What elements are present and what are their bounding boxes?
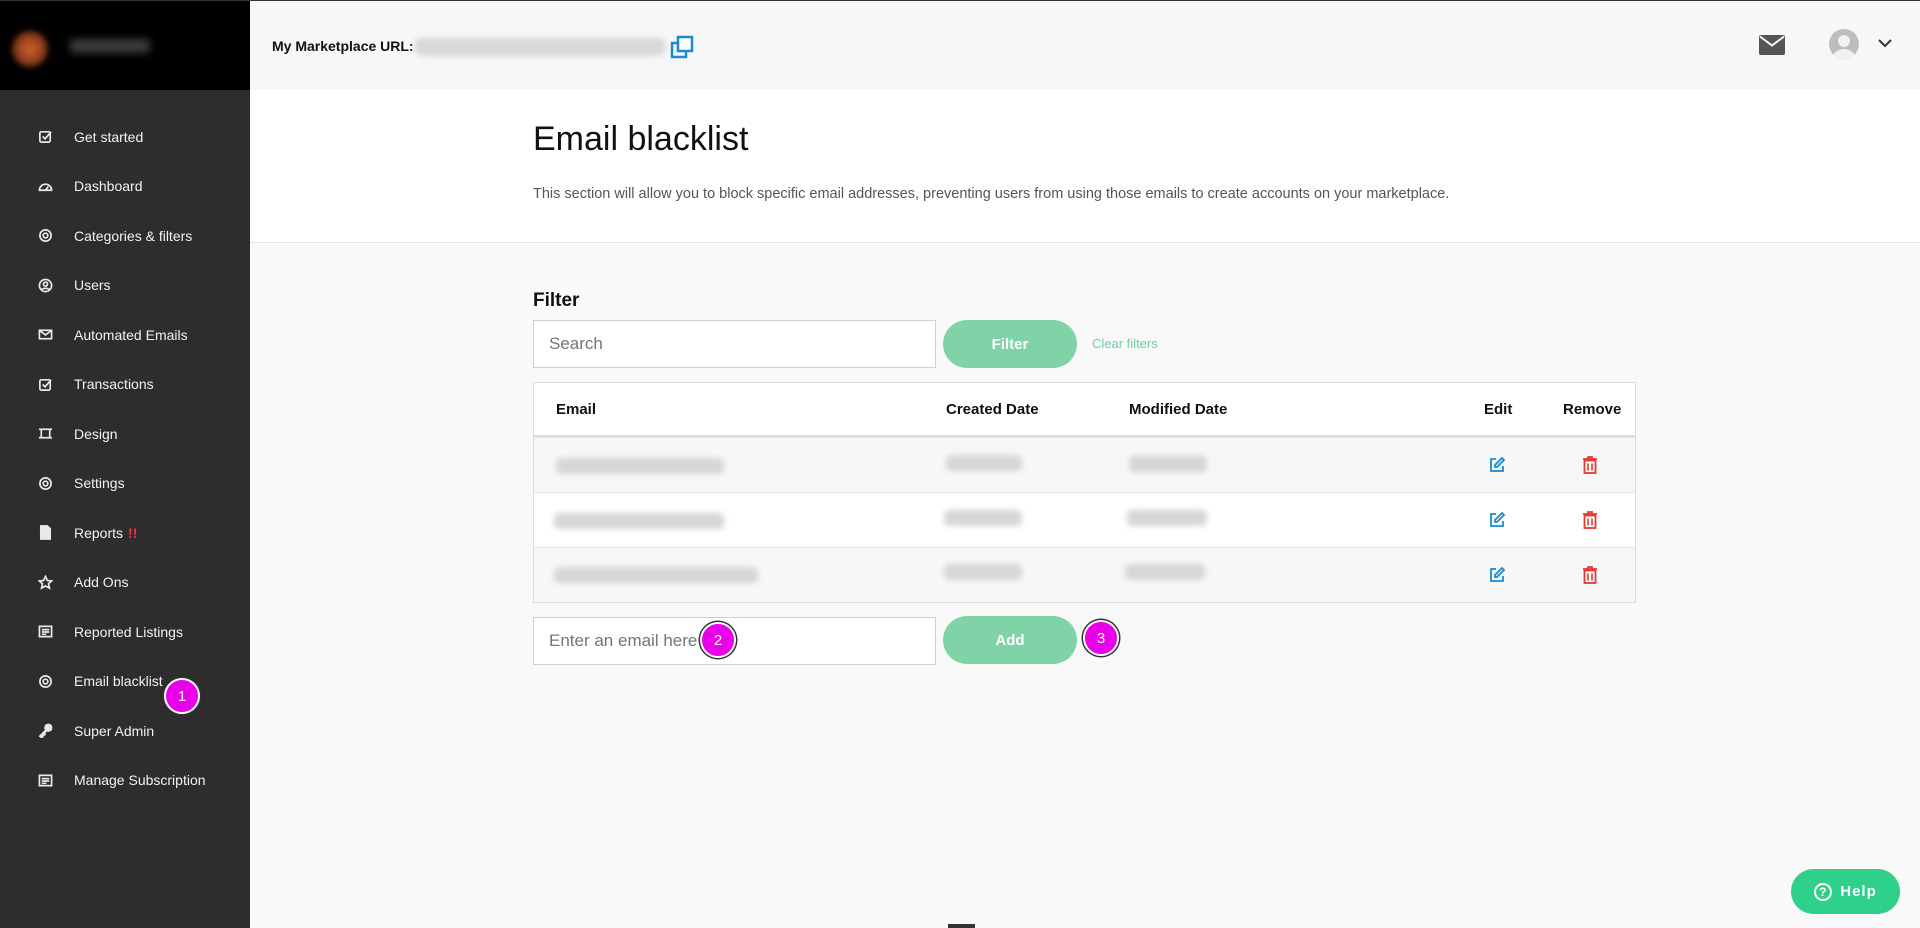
sidebar-item-super-admin[interactable]: Super Admin (0, 706, 250, 756)
created-date-cell-blurred (944, 510, 1022, 526)
sidebar-item-settings[interactable]: Settings (0, 459, 250, 509)
sidebar-item-reports[interactable]: Reports !! (0, 508, 250, 558)
annotation-marker-3: 3 (1083, 620, 1119, 656)
copy-icon[interactable] (670, 35, 696, 59)
column-header-remove: Remove (1563, 401, 1622, 418)
annotation-marker-1: 1 (164, 678, 200, 714)
user-circle-icon (36, 276, 54, 294)
sidebar-item-dashboard[interactable]: Dashboard (0, 162, 250, 212)
page-title: Email blacklist (533, 120, 749, 158)
sidebar-item-label: Email blacklist (74, 673, 163, 690)
sidebar-item-transactions[interactable]: Transactions (0, 360, 250, 410)
sidebar-item-label: Super Admin (74, 722, 155, 739)
design-frame-icon (36, 425, 54, 443)
add-button[interactable]: Add (943, 616, 1077, 664)
check-square-icon (36, 128, 54, 146)
key-icon (36, 722, 54, 740)
sidebar: Get started Dashboard Categories & filte… (0, 0, 250, 928)
scroll-indicator (948, 924, 975, 928)
avatar-body-shape (1833, 49, 1855, 59)
sidebar-item-design[interactable]: Design (0, 409, 250, 459)
trash-icon[interactable] (1582, 566, 1598, 584)
sidebar-item-categories[interactable]: Categories & filters (0, 211, 250, 261)
gear-icon (36, 474, 54, 492)
sidebar-item-label: Categories & filters (74, 227, 193, 244)
list-icon (36, 771, 54, 789)
sidebar-item-label: Get started (74, 128, 144, 145)
sidebar-item-manage-subscription[interactable]: Manage Subscription (0, 756, 250, 806)
column-header-modified-date: Modified Date (1129, 401, 1228, 418)
column-header-created-date: Created Date (946, 401, 1039, 418)
logo-text-blurred (70, 39, 150, 53)
blacklist-table: Email Created Date Modified Date Edit Re… (533, 382, 1636, 603)
sidebar-item-label: Add Ons (74, 574, 129, 591)
table-row (534, 437, 1635, 492)
top-header: My Marketplace URL: (250, 0, 1920, 90)
envelope-icon (36, 326, 54, 344)
avatar[interactable] (1829, 29, 1859, 59)
list-icon (36, 623, 54, 641)
trash-icon[interactable] (1582, 456, 1598, 474)
sidebar-item-label: Transactions (74, 376, 154, 393)
trash-icon[interactable] (1582, 511, 1598, 529)
check-square-icon (36, 375, 54, 393)
sidebar-item-label: Design (74, 425, 118, 442)
sidebar-item-label: Reported Listings (74, 623, 183, 640)
marketplace-url-label: My Marketplace URL: (272, 38, 414, 54)
modified-date-cell-blurred (1125, 564, 1205, 580)
filter-title: Filter (533, 290, 580, 311)
column-header-email: Email (556, 401, 597, 418)
logo[interactable] (0, 0, 250, 90)
help-button[interactable]: ? Help (1791, 869, 1900, 914)
table-row (534, 492, 1635, 547)
help-label: Help (1840, 883, 1877, 900)
modified-date-cell-blurred (1127, 510, 1207, 526)
edit-icon[interactable] (1488, 511, 1506, 529)
annotation-marker-2: 2 (700, 622, 736, 658)
page-header: Email blacklist This section will allow … (250, 90, 1920, 243)
clear-filters-link[interactable]: Clear filters (1092, 336, 1158, 351)
target-icon (36, 227, 54, 245)
sidebar-item-label: Settings (74, 475, 125, 492)
sidebar-item-automated-emails[interactable]: Automated Emails (0, 310, 250, 360)
sidebar-item-get-started[interactable]: Get started (0, 112, 250, 162)
sidebar-item-email-blacklist[interactable]: Email blacklist (0, 657, 250, 707)
email-cell-blurred (554, 567, 758, 583)
search-input[interactable] (533, 320, 936, 368)
target-icon (36, 672, 54, 690)
modified-date-cell-blurred (1129, 456, 1207, 472)
mail-icon[interactable] (1759, 35, 1785, 55)
email-cell-blurred (556, 458, 724, 474)
sidebar-item-users[interactable]: Users (0, 261, 250, 311)
edit-icon[interactable] (1488, 456, 1506, 474)
marketplace-url-blurred (415, 38, 665, 56)
sidebar-item-reported-listings[interactable]: Reported Listings (0, 607, 250, 657)
sidebar-nav: Get started Dashboard Categories & filte… (0, 90, 250, 805)
filter-button[interactable]: Filter (943, 320, 1077, 368)
star-icon (36, 573, 54, 591)
sidebar-item-label: Automated Emails (74, 326, 188, 343)
created-date-cell-blurred (944, 564, 1022, 580)
sidebar-item-label: Manage Subscription (74, 772, 206, 789)
created-date-cell-blurred (946, 455, 1022, 471)
file-icon (36, 524, 54, 542)
table-row (534, 547, 1635, 602)
avatar-head-shape (1838, 35, 1850, 47)
sidebar-item-label: Dashboard (74, 178, 143, 195)
question-icon: ? (1814, 882, 1833, 901)
chevron-down-icon[interactable] (1877, 35, 1893, 51)
email-cell-blurred (554, 513, 724, 529)
sidebar-item-add-ons[interactable]: Add Ons (0, 558, 250, 608)
sidebar-item-label: Users (74, 277, 111, 294)
gauge-icon (36, 177, 54, 195)
logo-mark (12, 31, 48, 67)
page-description: This section will allow you to block spe… (533, 186, 1450, 202)
column-header-edit: Edit (1484, 401, 1513, 418)
edit-icon[interactable] (1488, 566, 1506, 584)
warning-badge: !! (128, 524, 138, 541)
sidebar-item-label: Reports (74, 524, 124, 541)
table-header: Email Created Date Modified Date Edit Re… (534, 383, 1635, 437)
